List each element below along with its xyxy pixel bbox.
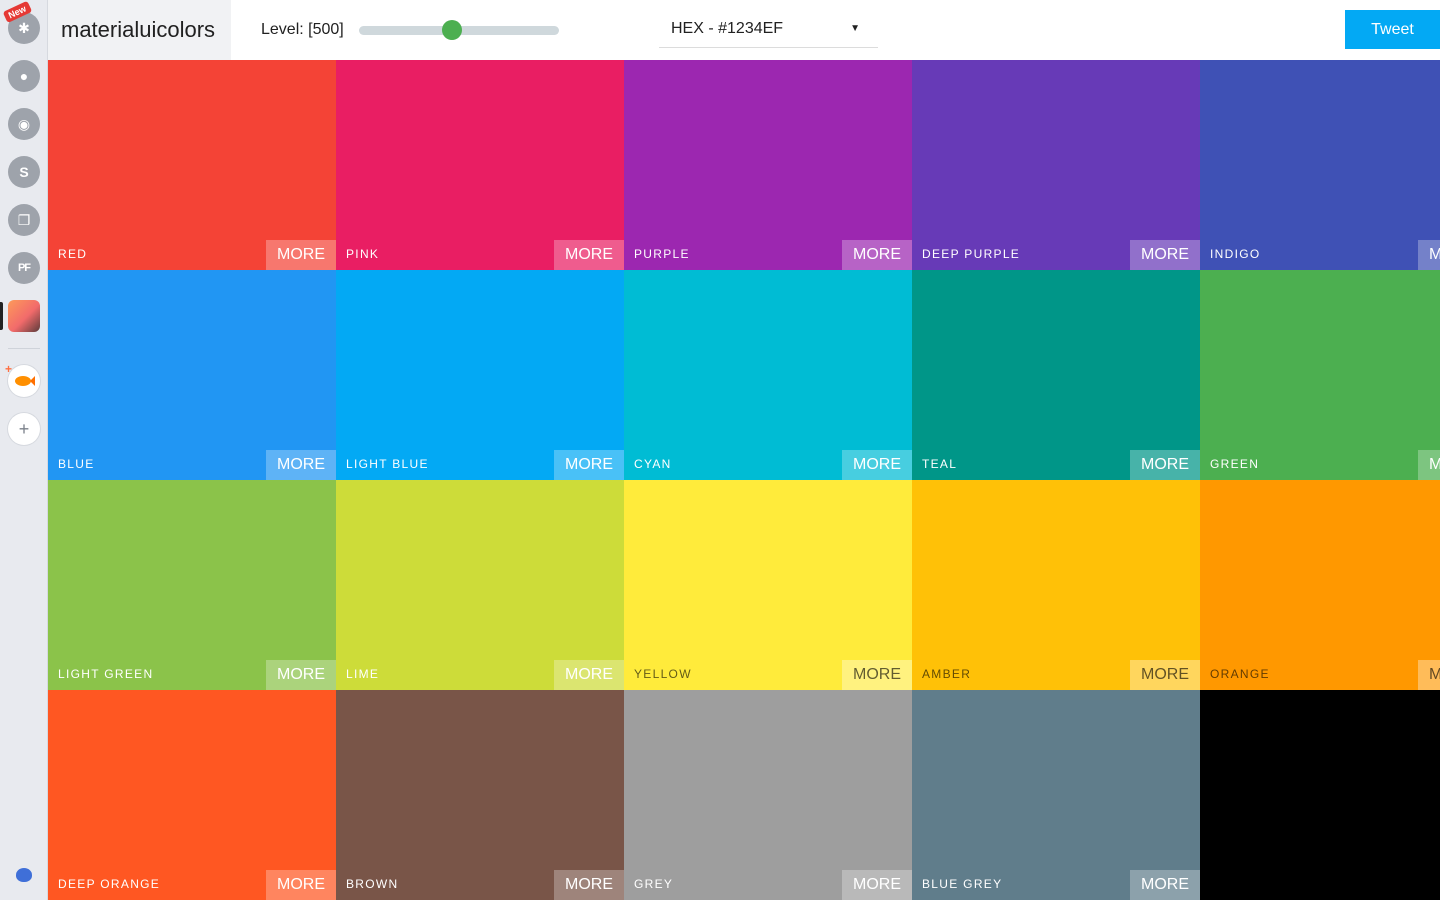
more-button[interactable]: MORE bbox=[842, 870, 912, 900]
color-tile-name: DEEP ORANGE bbox=[58, 877, 161, 891]
s-app-icon[interactable]: S bbox=[8, 156, 40, 188]
more-button[interactable]: MORE bbox=[1418, 240, 1440, 270]
level-label: Level: [500] bbox=[261, 21, 344, 38]
add-app-button[interactable]: + bbox=[8, 413, 40, 445]
dock-separator bbox=[8, 348, 40, 349]
color-tile[interactable]: PINK MORE bbox=[336, 60, 624, 270]
color-tile-name: PINK bbox=[346, 247, 380, 261]
more-button[interactable]: MORE bbox=[1130, 240, 1200, 270]
more-button[interactable]: MORE bbox=[554, 870, 624, 900]
color-tile-name: RED bbox=[58, 247, 88, 261]
more-button[interactable]: MORE bbox=[842, 660, 912, 690]
color-tile[interactable]: LIME MORE bbox=[336, 480, 624, 690]
more-button[interactable]: MORE bbox=[554, 660, 624, 690]
color-tile[interactable]: INDIGO MORE bbox=[1200, 60, 1440, 270]
color-tile[interactable]: DEEP ORANGE MORE bbox=[48, 690, 336, 900]
color-tile[interactable]: DEEP PURPLE MORE bbox=[912, 60, 1200, 270]
color-tile[interactable]: BLUE GREY MORE bbox=[912, 690, 1200, 900]
color-tile-name: ORANGE bbox=[1210, 667, 1270, 681]
more-button[interactable]: MORE bbox=[842, 240, 912, 270]
color-format-select[interactable]: HEX - #1234EF ▼ bbox=[659, 10, 878, 48]
color-tile[interactable] bbox=[1200, 690, 1440, 900]
app-dock: ✱ ● ◉ S ❐ PF New + + bbox=[0, 0, 48, 900]
color-tile-name: BLUE bbox=[58, 457, 95, 471]
color-tile[interactable]: BROWN MORE bbox=[336, 690, 624, 900]
more-button[interactable]: MORE bbox=[554, 240, 624, 270]
color-tile[interactable]: PURPLE MORE bbox=[624, 60, 912, 270]
more-button[interactable]: MORE bbox=[266, 870, 336, 900]
color-tile-name: GREY bbox=[634, 877, 674, 891]
more-button[interactable]: MORE bbox=[1418, 450, 1440, 480]
color-tile-name: CYAN bbox=[634, 457, 672, 471]
color-tile[interactable]: GREEN MORE bbox=[1200, 270, 1440, 480]
color-tile-name: DEEP PURPLE bbox=[922, 247, 1021, 261]
color-tile-name: BROWN bbox=[346, 877, 399, 891]
more-button[interactable]: MORE bbox=[266, 660, 336, 690]
color-tile-name: BLUE GREY bbox=[922, 877, 1003, 891]
bear-icon[interactable]: ● bbox=[8, 60, 40, 92]
color-tile[interactable]: AMBER MORE bbox=[912, 480, 1200, 690]
tweet-button[interactable]: Tweet bbox=[1345, 10, 1440, 49]
pf-app-icon[interactable]: PF bbox=[8, 252, 40, 284]
more-button[interactable]: MORE bbox=[1130, 870, 1200, 900]
color-tile-name: TEAL bbox=[922, 457, 958, 471]
more-button[interactable]: MORE bbox=[266, 240, 336, 270]
color-tile[interactable]: LIGHT GREEN MORE bbox=[48, 480, 336, 690]
bear-paw-icon[interactable] bbox=[16, 868, 32, 882]
top-bar: materialuicolors Level: [500] HEX - #123… bbox=[48, 0, 1440, 60]
brand-title[interactable]: materialuicolors bbox=[48, 0, 231, 60]
color-tile-name: LIME bbox=[346, 667, 380, 681]
copy-stack-icon[interactable]: ❐ bbox=[8, 204, 40, 236]
palette-icon[interactable]: ◉ bbox=[8, 108, 40, 140]
fish-app-icon[interactable] bbox=[8, 365, 40, 397]
dock-active-indicator bbox=[0, 302, 3, 330]
color-tile[interactable]: ORANGE MORE bbox=[1200, 480, 1440, 690]
color-tile[interactable]: YELLOW MORE bbox=[624, 480, 912, 690]
color-tile[interactable]: GREY MORE bbox=[624, 690, 912, 900]
color-format-value: HEX - #1234EF bbox=[671, 19, 784, 37]
color-tile[interactable]: CYAN MORE bbox=[624, 270, 912, 480]
fish-icon bbox=[15, 376, 35, 386]
color-tile-name: INDIGO bbox=[1210, 247, 1261, 261]
dropdown-caret-icon: ▼ bbox=[850, 23, 860, 34]
more-button[interactable]: MORE bbox=[266, 450, 336, 480]
color-tile[interactable]: LIGHT BLUE MORE bbox=[336, 270, 624, 480]
more-button[interactable]: MORE bbox=[1418, 660, 1440, 690]
more-button[interactable]: MORE bbox=[1130, 660, 1200, 690]
zeplin-app-icon[interactable] bbox=[8, 300, 40, 332]
more-button[interactable]: MORE bbox=[554, 450, 624, 480]
color-tile-name: PURPLE bbox=[634, 247, 690, 261]
level-slider-thumb[interactable] bbox=[442, 20, 462, 40]
more-button[interactable]: MORE bbox=[1130, 450, 1200, 480]
color-tile[interactable]: BLUE MORE bbox=[48, 270, 336, 480]
level-slider[interactable] bbox=[359, 20, 559, 40]
color-tile-name: LIGHT BLUE bbox=[346, 457, 429, 471]
color-tile-name: YELLOW bbox=[634, 667, 692, 681]
color-tile[interactable]: RED MORE bbox=[48, 60, 336, 270]
color-tile-name: AMBER bbox=[922, 667, 972, 681]
color-grid: RED MORE PINK MORE PURPLE MORE DEEP PURPLE MORE… bbox=[48, 60, 1440, 900]
color-tile[interactable]: TEAL MORE bbox=[912, 270, 1200, 480]
color-tile-name: LIGHT GREEN bbox=[58, 667, 154, 681]
color-tile-name: GREEN bbox=[1210, 457, 1260, 471]
more-button[interactable]: MORE bbox=[842, 450, 912, 480]
